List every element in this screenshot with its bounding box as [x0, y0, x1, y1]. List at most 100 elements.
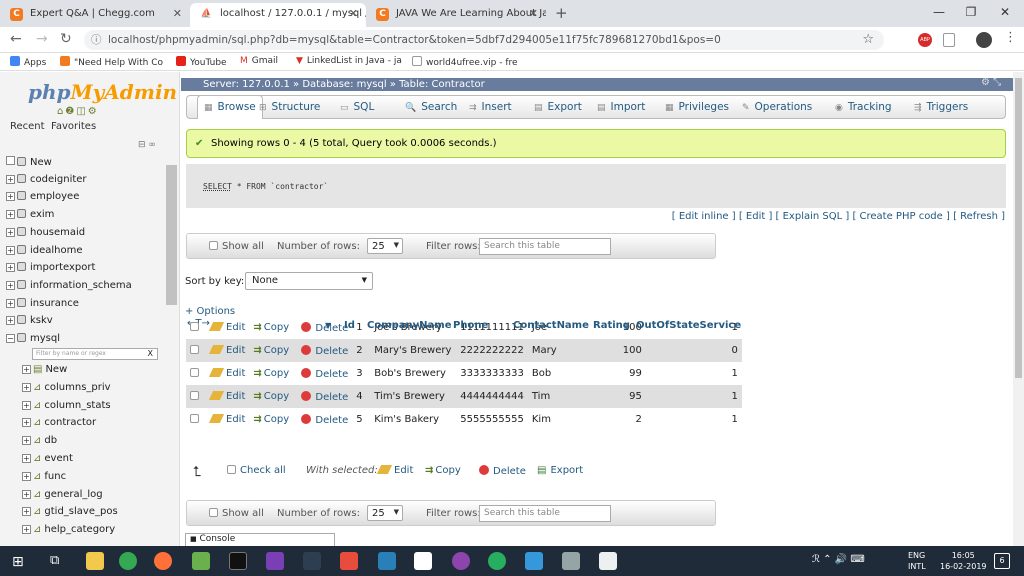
bookmark-apps[interactable]: Apps [10, 56, 46, 68]
cell-phone[interactable]: 2222222222 [456, 339, 528, 362]
cell-out-of-state[interactable]: 1 [646, 362, 742, 385]
notepad-plus-icon[interactable] [192, 552, 210, 570]
row-checkbox-cell[interactable] [186, 316, 207, 339]
sidebar-table-db[interactable]: + ⊿ db [22, 435, 57, 446]
filter-rows-input[interactable]: Search this table [479, 505, 611, 522]
sidebar-table-contractor[interactable]: + ⊿ contractor [22, 417, 96, 428]
notification-icon[interactable]: 6 [994, 553, 1010, 569]
cell-id[interactable]: 2 [352, 339, 371, 362]
row-checkbox[interactable] [190, 368, 199, 377]
sort-select[interactable]: None ▼ [245, 272, 373, 290]
tab-browse[interactable]: ▦ Browse [197, 95, 263, 119]
settings-icon[interactable]: ⚙ ⤡ [981, 77, 1001, 88]
tab-search[interactable]: 🔍 Search [405, 101, 457, 113]
expand-icon[interactable]: + [22, 436, 31, 446]
sidebar-db-employee[interactable]: + employee [6, 191, 79, 202]
firefox-icon[interactable] [154, 552, 172, 570]
browser-tab-java[interactable]: C JAVA We Are Learning About Jav ✕ [366, 3, 546, 27]
sidebar-table-help_category[interactable]: + ⊿ help_category [22, 524, 115, 535]
cell-phone[interactable]: 5555555555 [456, 408, 528, 431]
close-tab-icon[interactable]: ✕ [529, 3, 538, 25]
row-edit-button[interactable]: Edit [207, 316, 249, 339]
tab-export[interactable]: ▤ Export [534, 101, 582, 113]
expand-icon[interactable]: + [22, 418, 31, 428]
show-all-toggle[interactable]: Show all [209, 241, 264, 252]
cell-contact[interactable]: Tim [527, 385, 604, 408]
expand-icon[interactable]: + [6, 174, 15, 184]
language-indicator[interactable]: ENG INTL [908, 550, 926, 572]
cell-company[interactable]: Bob's Brewery [370, 362, 456, 385]
app-icon[interactable] [562, 552, 580, 570]
app-icon[interactable] [303, 552, 321, 570]
cell-rating[interactable]: 100 [603, 339, 646, 362]
sql-query-box[interactable]: SELECT * FROM `contractor` [186, 164, 1006, 208]
bookmark-linkedlist[interactable]: ▼ LinkedList in Java - ja [296, 56, 402, 66]
column-header-companyname[interactable]: CompanyName [367, 320, 452, 331]
phpmyadmin-logo[interactable]: phpMyAdmin [28, 80, 177, 104]
row-checkbox-cell[interactable] [186, 408, 207, 431]
sidebar-item-new-table[interactable]: + ▤ New [22, 364, 67, 375]
cell-phone[interactable]: 4444444444 [456, 385, 528, 408]
forward-icon[interactable]: → [36, 31, 48, 47]
collapse-link-icon[interactable]: ⊟ ∞ [138, 140, 156, 150]
row-edit-button[interactable]: Edit [207, 385, 250, 408]
check-all[interactable]: Check all [227, 465, 286, 476]
sidebar-table-column_stats[interactable]: + ⊿ column_stats [22, 400, 111, 411]
tab-favorites[interactable]: Favorites [51, 121, 96, 132]
app-icon[interactable] [488, 552, 506, 570]
close-tab-icon[interactable]: ✕ [173, 3, 182, 25]
column-header-phone[interactable]: Phone [453, 320, 488, 331]
expand-icon[interactable]: + [6, 298, 15, 308]
cell-id[interactable]: 4 [352, 385, 371, 408]
mail-icon[interactable] [414, 552, 432, 570]
filter-rows-input[interactable]: Search this table [479, 238, 611, 255]
url-field[interactable]: ⓘ localhost/phpmyadmin/sql.php?db=mysql&… [84, 30, 884, 50]
app-icon[interactable] [599, 552, 617, 570]
expand-icon[interactable]: + [22, 525, 31, 535]
system-tray-icons[interactable]: ℛ ⌃ 🔊 ⌨ [812, 554, 865, 565]
row-copy-button[interactable]: ⇉ Copy [249, 408, 297, 431]
cell-out-of-state[interactable]: 1 [646, 408, 742, 431]
sidebar-item-new-db[interactable]: New [6, 156, 52, 168]
column-header-contactname[interactable]: ContactName [513, 320, 589, 331]
tab-structure[interactable]: ⊞ Structure [259, 101, 320, 113]
row-edit-button[interactable]: Edit [207, 362, 249, 385]
bookmark-chegg[interactable]: "Need Help With Co [60, 56, 163, 68]
tab-sql[interactable]: ▭ SQL [340, 101, 374, 113]
expand-icon[interactable]: + [6, 316, 15, 326]
collapse-icon[interactable]: − [6, 334, 15, 343]
row-copy-button[interactable]: ⇉ Copy [249, 385, 298, 408]
cell-id[interactable]: 5 [352, 408, 370, 431]
expand-icon[interactable]: + [6, 227, 15, 237]
row-copy-button[interactable]: ⇉ Copy [249, 316, 297, 339]
sidebar-db-idealhome[interactable]: + idealhome [6, 244, 83, 256]
bulk-copy-button[interactable]: ⇉ Copy [425, 465, 461, 476]
windows-start-icon[interactable]: ⊞ [12, 554, 24, 570]
console-toggle[interactable]: ■ Console [185, 533, 335, 546]
cell-out-of-state[interactable]: 0 [645, 339, 742, 362]
sidebar-table-func[interactable]: + ⊿ func [22, 471, 66, 482]
sidebar-db-exim[interactable]: + exim [6, 209, 54, 220]
expand-icon[interactable]: + [22, 400, 31, 410]
expand-icon[interactable]: + [6, 245, 15, 255]
visual-studio-icon[interactable] [266, 552, 284, 570]
expand-icon[interactable]: + [6, 263, 15, 273]
row-checkbox[interactable] [190, 391, 199, 400]
task-view-icon[interactable]: ⧉ [50, 553, 59, 568]
chrome-icon[interactable] [119, 552, 137, 570]
bookmark-world4ufree[interactable]: world4ufree.vip - fre [412, 56, 518, 68]
bookmark-star-icon[interactable]: ☆ [862, 30, 874, 50]
cell-company[interactable]: Kim's Bakery [370, 408, 456, 431]
cell-phone[interactable]: 3333333333 [456, 362, 528, 385]
restore-icon[interactable]: ❐ [956, 4, 986, 24]
tab-insert[interactable]: ⇉ Insert [469, 101, 512, 113]
row-delete-button[interactable]: Delete [297, 339, 353, 362]
terminal-icon[interactable] [229, 552, 247, 570]
sql-action-links[interactable]: [ Edit inline ] [ Edit ] [ Explain SQL ]… [181, 211, 1005, 222]
row-copy-button[interactable]: ⇉ Copy [249, 362, 297, 385]
sidebar-db-mysql[interactable]: − mysql [6, 333, 60, 344]
row-checkbox[interactable] [190, 414, 199, 423]
sidebar-scrollbar[interactable] [166, 165, 177, 305]
show-all-checkbox[interactable] [209, 241, 218, 250]
expand-icon[interactable]: + [6, 280, 15, 290]
